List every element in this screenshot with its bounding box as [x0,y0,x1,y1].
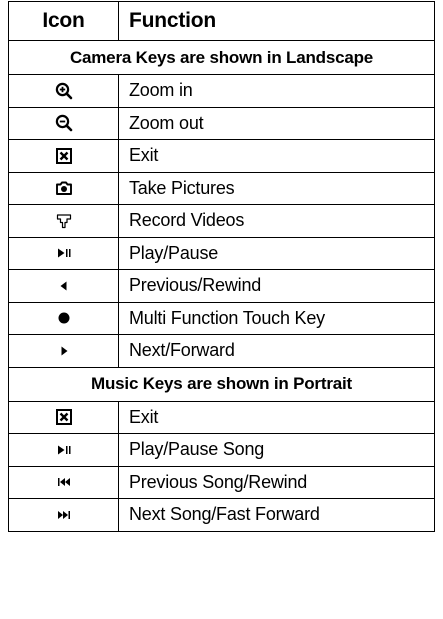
function-label: Next Song/Fast Forward [118,498,435,532]
previous-song-icon [55,473,73,491]
function-label: Record Videos [118,204,435,238]
table-row: Next Song/Fast Forward [8,498,435,532]
table-row: Zoom in [8,74,435,108]
table-row: Next/Forward [8,334,435,368]
function-label: Previous Song/Rewind [118,465,435,499]
function-label: Play/Pause [118,236,435,270]
function-column-header: Function [118,1,435,41]
next-song-icon [55,506,73,524]
page: Icon Function Camera Keys are shown in L… [0,0,443,619]
function-label: Zoom out [118,106,435,140]
play-pause-icon [55,244,73,262]
table-row: Take Pictures [8,171,435,205]
zoom-in-icon [55,82,73,100]
function-label: Exit [118,400,435,434]
function-label: Multi Function Touch Key [118,301,435,335]
table-row: Exit [8,139,435,173]
video-camera-icon [55,212,73,230]
next-icon [55,342,73,360]
section-row: Camera Keys are shown in Landscape [8,40,435,75]
function-label: Zoom in [118,74,435,108]
table-row: Previous/Rewind [8,269,435,303]
camera-icon [55,179,73,197]
table-row: Zoom out [8,106,435,140]
function-label: Exit [118,139,435,173]
table-row: Play/Pause Song [8,433,435,467]
table-row: Record Videos [8,204,435,238]
multi-function-dot-icon [55,309,73,327]
table-row: Previous Song/Rewind [8,465,435,499]
section-row: Music Keys are shown in Portrait [8,366,435,402]
function-label: Previous/Rewind [118,269,435,303]
zoom-out-icon [55,114,73,132]
play-pause-icon [55,441,73,459]
icon-column-header: Icon [8,1,119,41]
function-label: Next/Forward [118,334,435,368]
exit-icon [55,147,73,165]
table-row: Play/Pause [8,236,435,270]
function-label: Take Pictures [118,171,435,205]
section-title-music: Music Keys are shown in Portrait [8,366,435,402]
table-row: Multi Function Touch Key [8,301,435,335]
header-row: Icon Function [8,1,435,41]
exit-icon [55,408,73,426]
table-row: Exit [8,400,435,434]
function-label: Play/Pause Song [118,433,435,467]
section-title-camera: Camera Keys are shown in Landscape [8,40,435,75]
previous-icon [55,277,73,295]
icon-function-table: Icon Function Camera Keys are shown in L… [8,1,435,532]
